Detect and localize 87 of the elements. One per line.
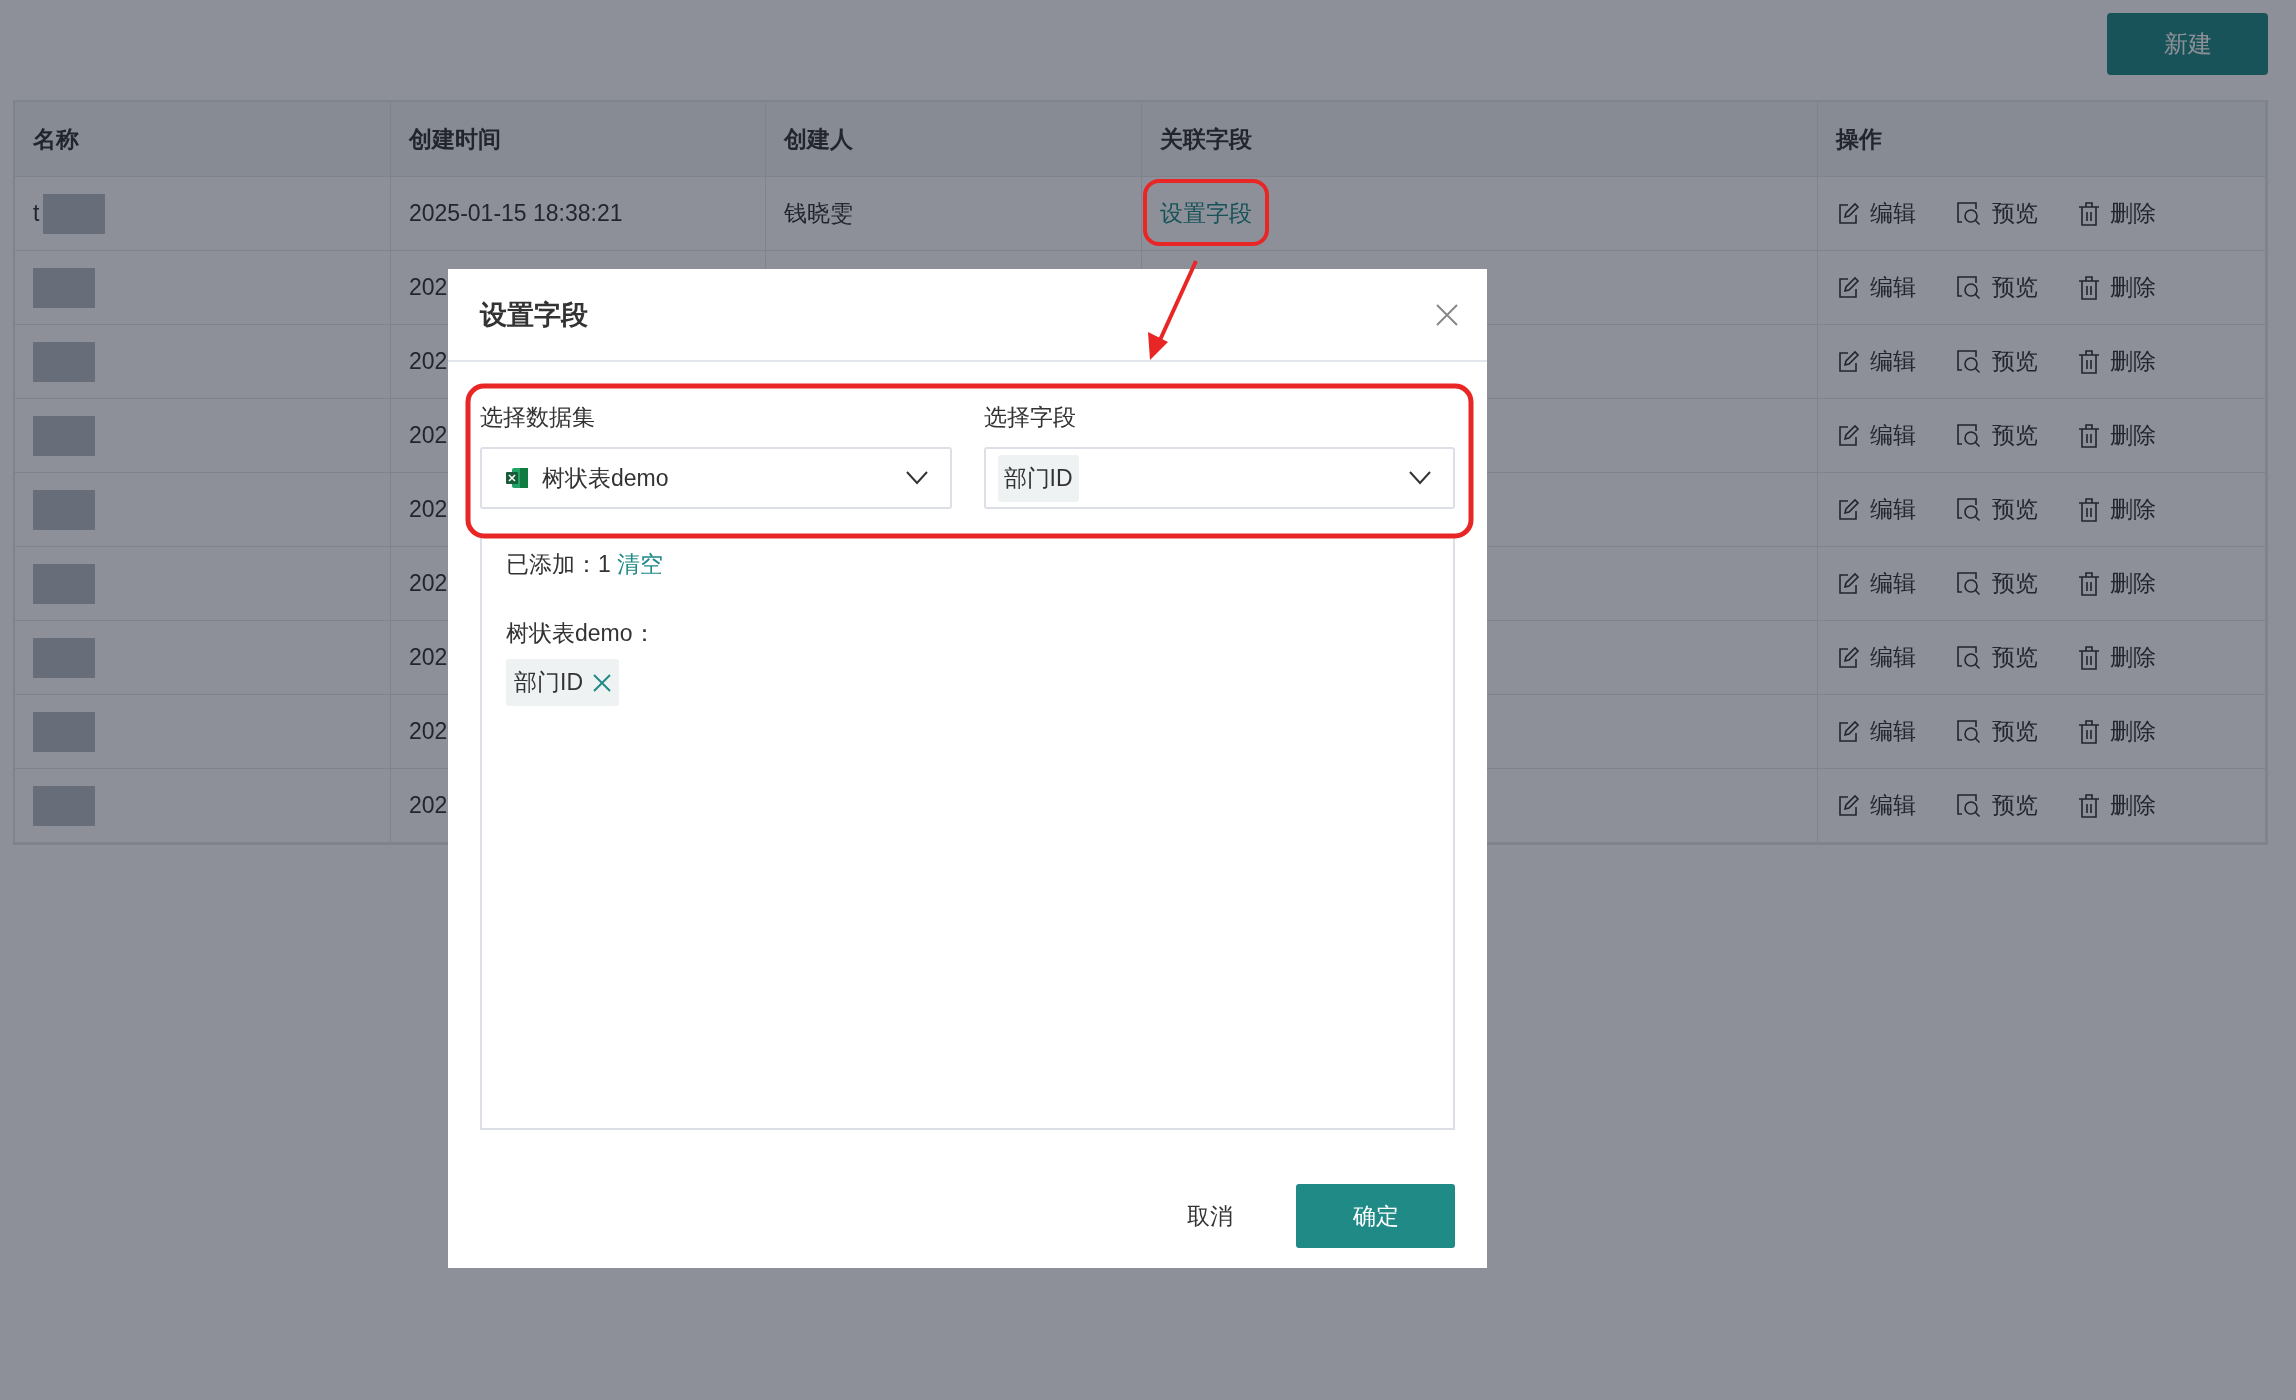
edit-icon	[1836, 497, 1860, 522]
blurred-block	[33, 711, 95, 752]
preview-icon	[1956, 644, 1982, 671]
preview-action[interactable]: 预览	[1956, 346, 2038, 377]
select-field[interactable]: 树状表demo	[480, 447, 952, 509]
delete-action[interactable]: 删除	[2078, 346, 2156, 377]
edit-icon	[1836, 793, 1860, 818]
field-tag: 部门ID	[506, 659, 619, 706]
preview-icon	[1956, 274, 1982, 301]
edit-icon	[1836, 719, 1860, 744]
preview-icon	[1956, 792, 1982, 819]
delete-action[interactable]: 删除	[2078, 272, 2156, 303]
trash-icon	[2078, 497, 2100, 522]
edit-action[interactable]: 编辑	[1836, 568, 1916, 599]
remove-icon[interactable]	[593, 673, 611, 692]
preview-icon	[1956, 348, 1982, 375]
delete-action[interactable]: 删除	[2078, 568, 2156, 599]
field-label: 选择字段	[983, 403, 1077, 432]
trash-icon	[2078, 423, 2100, 448]
blurred-block	[33, 637, 95, 678]
blurred-block	[33, 267, 95, 308]
preview-action[interactable]: 预览	[1956, 790, 2038, 821]
blurred-block	[33, 489, 95, 530]
preview-action[interactable]: 预览	[1956, 494, 2038, 525]
blurred-block	[33, 415, 95, 456]
preview-action[interactable]: 预览	[1956, 272, 2038, 303]
column-header: 创建人	[766, 102, 1142, 177]
edit-icon	[1836, 423, 1860, 448]
blurred-block	[43, 193, 106, 234]
edit-icon	[1836, 645, 1860, 670]
delete-action[interactable]: 删除	[2078, 198, 2156, 229]
edit-action[interactable]: 编辑	[1836, 494, 1916, 525]
edit-icon	[1836, 201, 1860, 226]
table-cell: 2025-01-15 18:38:21	[391, 177, 766, 251]
chevron-down-icon	[1409, 471, 1431, 485]
edit-action[interactable]: 编辑	[1836, 272, 1916, 303]
delete-action[interactable]: 删除	[2078, 420, 2156, 451]
preview-icon	[1956, 496, 1982, 523]
close-icon[interactable]	[1435, 302, 1459, 327]
new-button[interactable]: 新建	[2107, 13, 2268, 75]
preview-action[interactable]: 预览	[1956, 568, 2038, 599]
edit-action[interactable]: 编辑	[1836, 790, 1916, 821]
group-name: 树状表demo：	[506, 619, 657, 648]
blurred-block	[33, 341, 95, 382]
name-text: t	[33, 200, 40, 227]
edit-icon	[1836, 571, 1860, 596]
edit-action[interactable]: 编辑	[1836, 346, 1916, 377]
trash-icon	[2078, 719, 2100, 744]
column-header: 名称	[15, 102, 391, 177]
blurred-block	[33, 563, 95, 604]
preview-action[interactable]: 预览	[1956, 198, 2038, 229]
table-cell: 钱晓雯	[766, 177, 1142, 251]
delete-action[interactable]: 删除	[2078, 642, 2156, 673]
edit-icon	[1836, 275, 1860, 300]
added-count: 已添加：1	[506, 549, 611, 579]
delete-action[interactable]: 删除	[2078, 716, 2156, 747]
column-header: 创建时间	[391, 102, 766, 177]
preview-icon	[1956, 200, 1982, 227]
column-header: 关联字段	[1142, 102, 1818, 177]
field-label: 选择数据集	[480, 403, 596, 432]
edit-action[interactable]: 编辑	[1836, 198, 1916, 229]
chevron-down-icon	[905, 471, 928, 485]
edit-action[interactable]: 编辑	[1836, 716, 1916, 747]
confirm-button[interactable]: 确定	[1296, 1184, 1455, 1248]
preview-icon	[1956, 570, 1982, 597]
delete-action[interactable]: 删除	[2078, 790, 2156, 821]
preview-action[interactable]: 预览	[1956, 716, 2038, 747]
preview-action[interactable]: 预览	[1956, 642, 2038, 673]
trash-icon	[2078, 275, 2100, 300]
trash-icon	[2078, 571, 2100, 596]
column-header: 操作	[1818, 102, 2266, 177]
preview-icon	[1956, 718, 1982, 745]
trash-icon	[2078, 645, 2100, 670]
trash-icon	[2078, 793, 2100, 818]
select-field[interactable]: 部门ID	[983, 447, 1455, 509]
edit-action[interactable]: 编辑	[1836, 420, 1916, 451]
preview-icon	[1956, 422, 1982, 449]
edit-action[interactable]: 编辑	[1836, 642, 1916, 673]
trash-icon	[2078, 201, 2100, 226]
clear-link[interactable]: 清空	[616, 548, 663, 580]
blurred-block	[33, 785, 95, 826]
preview-action[interactable]: 预览	[1956, 420, 2038, 451]
edit-icon	[1836, 349, 1860, 374]
set-field-link[interactable]: 设置字段	[1160, 198, 1252, 229]
spreadsheet-icon	[506, 468, 528, 488]
trash-icon	[2078, 349, 2100, 374]
delete-action[interactable]: 删除	[2078, 494, 2156, 525]
